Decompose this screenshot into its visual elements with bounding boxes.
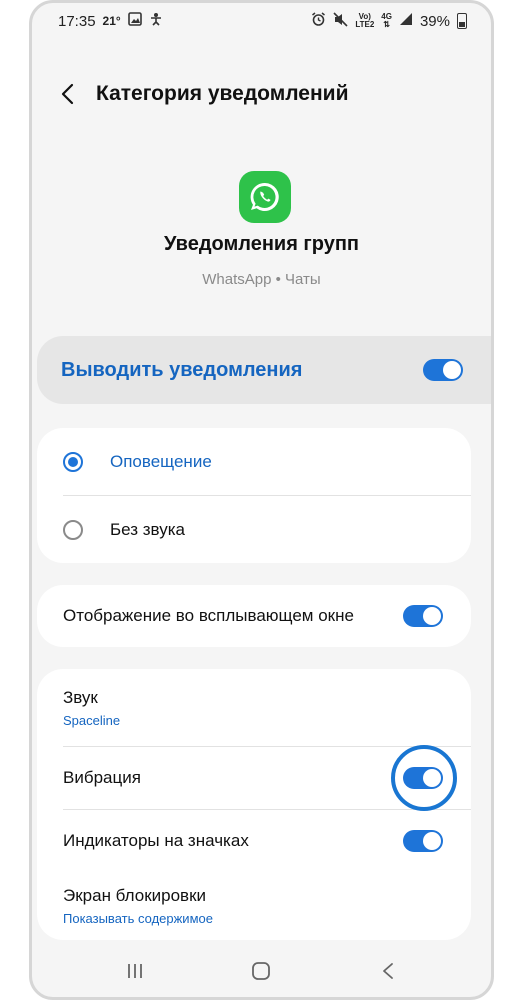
recents-icon[interactable] (115, 956, 155, 986)
toggle-knob (423, 607, 441, 625)
toggle-knob (443, 361, 461, 379)
header: Категория уведомлений (58, 77, 349, 111)
silent-option-row[interactable]: Без звука (37, 496, 471, 563)
alert-option-row[interactable]: Оповещение (37, 428, 471, 495)
settings-card: Звук Spaceline Вибрация Индикаторы на зн… (37, 669, 471, 940)
show-notifications-label: Выводить уведомления (61, 358, 303, 381)
sound-label: Звук (63, 687, 98, 707)
accessibility-notification-icon (149, 12, 163, 30)
alert-mode-card: Оповещение Без звука (37, 428, 471, 563)
channel-subtitle: WhatsApp • Чаты (202, 271, 321, 288)
lock-screen-row[interactable]: Экран блокировки Показывать содержимое (37, 872, 471, 940)
alarm-icon (311, 11, 326, 31)
silent-radio[interactable] (63, 519, 83, 540)
vibration-toggle[interactable] (403, 767, 443, 789)
sound-value: Spaceline (63, 712, 121, 728)
battery-icon (457, 13, 467, 29)
alert-radio[interactable] (63, 451, 83, 472)
alert-option-label: Оповещение (110, 451, 212, 471)
popup-card: Отображение во всплывающем окне (37, 585, 471, 647)
gallery-notification-icon (127, 12, 142, 30)
channel-title: Уведомления групп (163, 233, 359, 255)
back-nav-icon[interactable] (368, 956, 408, 986)
lock-screen-value: Показывать содержимое (63, 911, 213, 926)
status-bar: 17:35 21° Vo) LTE2 4G ⇅ 39% (32, 3, 491, 39)
network-4g-indicator: 4G ⇅ (381, 12, 392, 29)
signal-icon (399, 12, 413, 30)
page-title: Категория уведомлений (96, 82, 349, 105)
status-time: 17:35 (58, 12, 96, 30)
phone-frame: 17:35 21° Vo) LTE2 4G ⇅ 39% Категория ув… (29, 0, 494, 1000)
show-notifications-toggle[interactable] (423, 359, 463, 381)
vibration-row[interactable]: Вибрация (37, 745, 471, 811)
whatsapp-icon (239, 171, 291, 223)
badges-label: Индикаторы на значках (63, 831, 249, 850)
popup-toggle[interactable] (403, 605, 443, 627)
mute-icon (333, 11, 348, 31)
popup-row[interactable]: Отображение во всплывающем окне (37, 585, 471, 647)
toggle-knob (423, 832, 441, 850)
home-icon[interactable] (241, 956, 281, 986)
navigation-bar (32, 945, 491, 997)
vibration-label: Вибрация (63, 768, 141, 787)
badges-toggle[interactable] (403, 830, 443, 852)
silent-option-label: Без звука (110, 519, 185, 539)
lock-screen-label: Экран блокировки (63, 886, 207, 905)
toggle-knob (423, 769, 441, 787)
back-arrow-icon[interactable] (58, 82, 78, 106)
show-notifications-row[interactable]: Выводить уведомления (37, 336, 491, 404)
popup-label: Отображение во всплывающем окне (63, 606, 354, 625)
volte-indicator: Vo) LTE2 (355, 12, 375, 29)
badges-row[interactable]: Индикаторы на значках (37, 810, 471, 872)
status-temperature: 21° (102, 14, 121, 28)
battery-percent: 39% (419, 12, 450, 30)
sound-row[interactable]: Звук Spaceline (37, 669, 471, 746)
